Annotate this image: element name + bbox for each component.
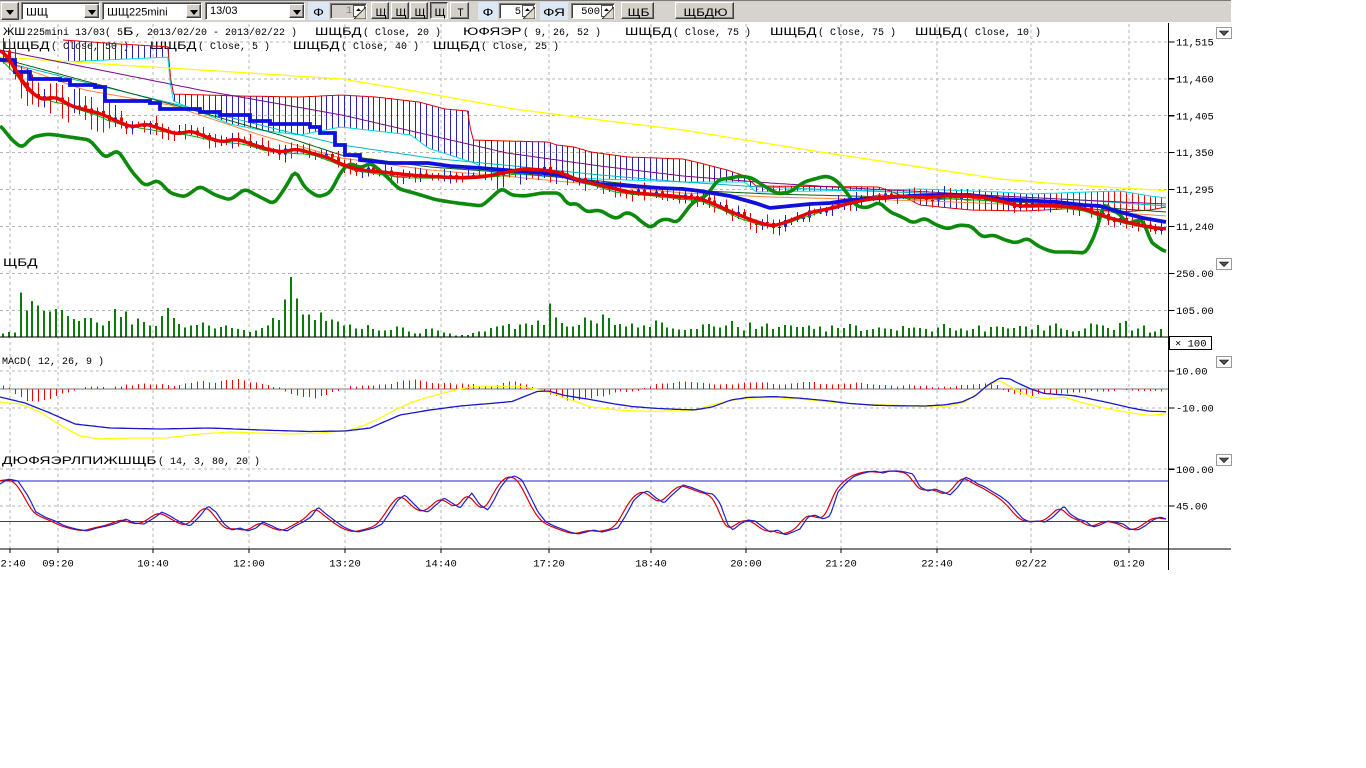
svg-text:ШЩБД: ШЩБД [915,26,962,38]
svg-text:ШЩБД: ШЩБД [433,40,480,52]
svg-text:21:20: 21:20 [825,559,857,571]
svg-text:ЩБДЮ: ЩБДЮ [684,7,728,19]
svg-text:45.00: 45.00 [1176,502,1208,514]
svg-text:( Close, 75 ): ( Close, 75 ) [673,27,751,39]
svg-text:Ф: Ф [483,7,494,19]
svg-text:ШЩБД: ШЩБД [3,40,50,52]
svg-text:09:20: 09:20 [42,559,74,571]
svg-text:, 2013/02/20 - 2013/02/22 ): , 2013/02/20 - 2013/02/22 ) [135,27,297,39]
svg-text:MACD( 12, 26, 9 ): MACD( 12, 26, 9 ) [2,356,104,368]
svg-text:ДЮФЯЭРЛПИЖШЩБ: ДЮФЯЭРЛПИЖШЩБ [2,455,157,467]
svg-text:18:40: 18:40 [635,559,667,571]
svg-text:Щ: Щ [434,7,445,19]
svg-text:ШЩБД: ШЩБД [293,40,340,52]
svg-text:10:40: 10:40 [137,559,169,571]
svg-text:( Close, 5 ): ( Close, 5 ) [198,41,270,53]
svg-text:( Close, 25 ): ( Close, 25 ) [481,41,559,53]
svg-text:105.00: 105.00 [1176,306,1214,318]
svg-text:225mini: 225mini [129,7,168,19]
svg-text:( Close, 75 ): ( Close, 75 ) [818,27,896,39]
svg-text:10.00: 10.00 [1176,367,1208,379]
svg-text:ШЩ: ШЩ [107,7,129,19]
svg-text:× 100: × 100 [1175,339,1207,351]
svg-text:ШЩБД: ШЩБД [625,26,672,38]
svg-text:17:20: 17:20 [533,559,565,571]
svg-text:Ф: Ф [313,7,324,19]
svg-text:11,515: 11,515 [1176,38,1214,50]
svg-text:Щ: Щ [376,7,387,19]
svg-text:11,460: 11,460 [1176,74,1214,86]
svg-text:T: T [458,7,464,19]
svg-text:ШЩБД: ШЩБД [315,26,362,38]
svg-text:( Close, 50 ): ( Close, 50 ) [51,41,129,53]
svg-text:20:00: 20:00 [730,559,762,571]
svg-text:Б: Б [123,26,134,38]
svg-text:01:20: 01:20 [1113,559,1145,571]
svg-text:( Close, 10 ): ( Close, 10 ) [963,27,1041,39]
svg-text:( Close, 20 ): ( Close, 20 ) [363,27,441,39]
svg-text:( 9, 26, 52 ): ( 9, 26, 52 ) [523,27,601,39]
svg-text:13:20: 13:20 [329,559,361,571]
svg-text:ШЩ: ШЩ [26,7,48,19]
svg-text:100.00: 100.00 [1176,465,1214,477]
svg-text:14:40: 14:40 [425,559,457,571]
svg-text:ЖШ: ЖШ [3,26,26,38]
svg-text:ШЩБД: ШЩБД [770,26,817,38]
svg-text:250.00: 250.00 [1176,269,1214,281]
svg-text:22:40: 22:40 [921,559,953,571]
svg-text:11,350: 11,350 [1176,148,1214,160]
svg-text:ФЯ: ФЯ [543,7,565,19]
svg-text:11,240: 11,240 [1176,222,1214,234]
svg-text:02:40: 02:40 [0,559,26,571]
svg-text:11,295: 11,295 [1176,185,1214,197]
svg-text:ЩБД: ЩБД [3,257,38,269]
svg-text:ЩБ: ЩБ [628,7,650,19]
svg-text:-10.00: -10.00 [1176,404,1214,416]
svg-text:11,405: 11,405 [1176,111,1214,123]
svg-text:12:00: 12:00 [233,559,265,571]
svg-text:02/22: 02/22 [1015,559,1047,571]
svg-text:225mini 13/03( 5: 225mini 13/03( 5 [27,27,123,39]
svg-text:Щ: Щ [415,7,426,19]
svg-text:( Close, 40 ): ( Close, 40 ) [341,41,419,53]
svg-text:ЮФЯЭР: ЮФЯЭР [463,26,522,38]
svg-text:Щ: Щ [395,7,406,19]
svg-text:( 14, 3, 80, 20 ): ( 14, 3, 80, 20 ) [158,456,260,468]
